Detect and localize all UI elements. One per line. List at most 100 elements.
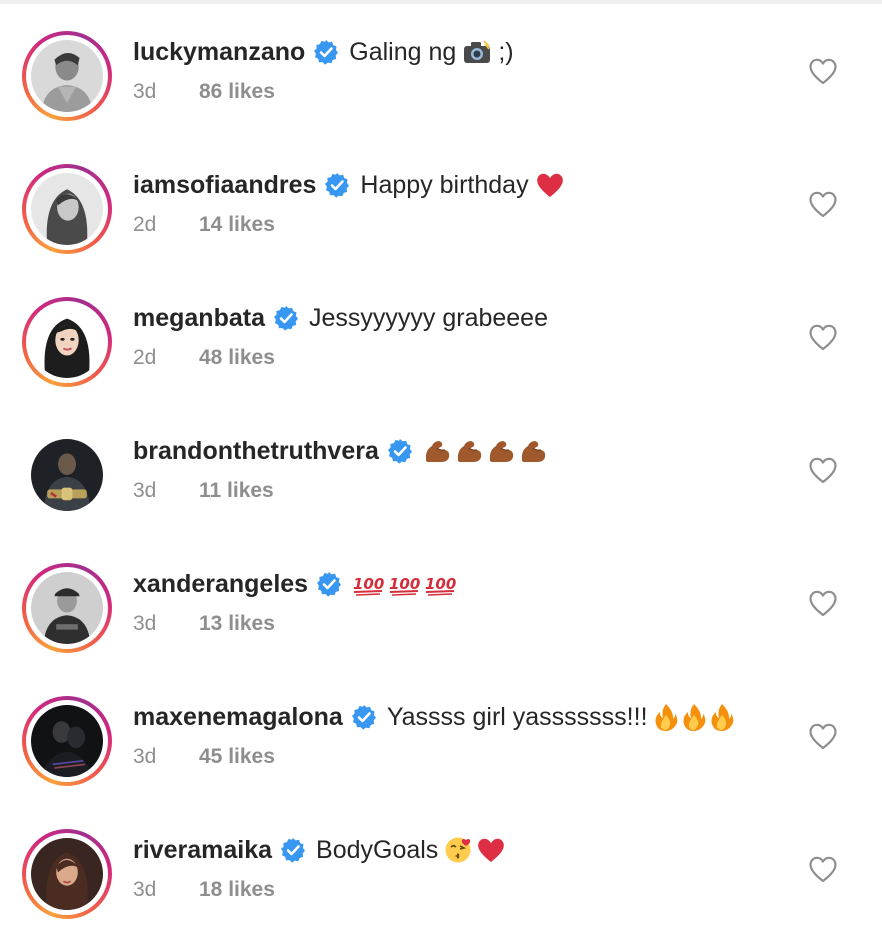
comment-timestamp[interactable]: 2d [133,213,199,237]
avatar[interactable] [31,306,103,378]
emoji-group [423,438,547,464]
comment-body: meganbata Jessyyyyyy grabeeee [133,302,548,334]
comment-text-suffix: ;) [498,37,514,66]
comment-text: BodyGoals [316,835,439,864]
story-ring[interactable] [22,297,112,387]
comment-timestamp[interactable]: 3d [133,80,199,104]
like-heart-icon[interactable] [808,190,838,218]
comment-row: meganbata Jessyyyyyy grabeeee 2d 48 likes [0,270,882,403]
flexed-biceps-icon [455,438,483,464]
comment-meta: 3d 86 likes [133,80,275,104]
like-heart-icon[interactable] [808,722,838,750]
comment-body: riveramaika BodyGoals [133,834,506,866]
likes-count[interactable]: 45 likes [199,745,275,769]
comment-meta: 3d 18 likes [133,878,275,902]
username-link[interactable]: xanderangeles [133,570,308,599]
likes-count[interactable]: 86 likes [199,80,275,104]
avatar-border [26,700,108,782]
like-heart-icon[interactable] [808,855,838,883]
flexed-biceps-icon [519,438,547,464]
verified-badge-icon [387,438,413,464]
camera-flash-icon [462,39,492,65]
username-link[interactable]: meganbata [133,304,265,333]
hundred-points-icon: 100 [424,572,456,596]
avatar[interactable] [31,572,103,644]
comment-timestamp[interactable]: 3d [133,745,199,769]
comment-text: Yassss girl yasssssss!!! [386,702,648,731]
avatar[interactable] [31,705,103,777]
comment-text: Happy birthday [360,170,529,199]
likes-count[interactable]: 14 likes [199,213,275,237]
likes-count[interactable]: 48 likes [199,346,275,370]
comment-meta: 2d 14 likes [133,213,275,237]
story-ring[interactable] [22,31,112,121]
avatar-border [26,833,108,915]
verified-badge-icon [351,704,377,730]
verified-badge-icon [313,39,339,65]
story-ring[interactable] [22,563,112,653]
likes-count[interactable]: 11 likes [199,479,274,503]
verified-badge-icon [280,837,306,863]
comment-body: xanderangeles 100 100 100 [133,568,456,600]
flexed-biceps-icon [423,438,451,464]
comment-body: luckymanzano Galing ng;) [133,36,514,68]
like-heart-icon[interactable] [808,57,838,85]
avatar-border [26,35,108,117]
comment-row: maxenemagalona Yassss girl yasssssss!!! 3d… [0,669,882,802]
like-heart-icon[interactable] [808,323,838,351]
comment-text: Jessyyyyyy grabeeee [308,303,548,332]
flexed-biceps-icon [487,438,515,464]
avatar[interactable] [31,40,103,112]
avatar-frame[interactable] [22,430,112,520]
story-ring[interactable] [22,829,112,919]
verified-badge-icon [316,571,342,597]
username-link[interactable]: riveramaika [133,836,272,865]
fire-icon [710,703,734,731]
emoji-group: 100 100 100 [352,572,456,596]
comment-row: iamsofiaandres Happy birthday 2d 14 likes [0,137,882,270]
avatar[interactable] [31,838,103,910]
comment-meta: 2d 48 likes [133,346,275,370]
avatar-border [26,434,108,516]
comment-meta: 3d 13 likes [133,612,275,636]
comment-timestamp[interactable]: 2d [133,346,199,370]
emoji-group [654,703,734,731]
story-ring[interactable] [22,696,112,786]
comment-body: maxenemagalona Yassss girl yasssssss!!! [133,701,734,733]
comment-timestamp[interactable]: 3d [133,479,199,503]
avatar-border [26,301,108,383]
comment-meta: 3d 11 likes [133,479,274,503]
avatar[interactable] [31,439,103,511]
comment-row: xanderangeles 100 100 100 3d 13 likes [0,536,882,669]
emoji-group [462,39,492,65]
comment-body: brandonthetruthvera [133,435,547,467]
comment-row: luckymanzano Galing ng;) 3d 86 likes [0,4,882,137]
hundred-points-icon: 100 [388,572,420,596]
fire-icon [682,703,706,731]
hundred-points-icon: 100 [352,572,384,596]
avatar-border [26,168,108,250]
avatar-border [26,567,108,649]
username-link[interactable]: maxenemagalona [133,703,343,732]
avatar[interactable] [31,173,103,245]
username-link[interactable]: luckymanzano [133,38,305,67]
comments-list: luckymanzano Galing ng;) 3d 86 likes iamsofi… [0,0,882,944]
comment-meta: 3d 45 likes [133,745,275,769]
emoji-group [444,836,506,864]
like-heart-icon[interactable] [808,456,838,484]
comment-row: riveramaika BodyGoals 3d 18 likes [0,802,882,935]
username-link[interactable]: iamsofiaandres [133,171,316,200]
comment-timestamp[interactable]: 3d [133,878,199,902]
verified-badge-icon [324,172,350,198]
verified-badge-icon [273,305,299,331]
like-heart-icon[interactable] [808,589,838,617]
comment-timestamp[interactable]: 3d [133,612,199,636]
likes-count[interactable]: 18 likes [199,878,275,902]
likes-count[interactable]: 13 likes [199,612,275,636]
kiss-face-icon [444,836,472,864]
username-link[interactable]: brandonthetruthvera [133,437,379,466]
comment-body: iamsofiaandres Happy birthday [133,169,565,201]
fire-icon [654,703,678,731]
emoji-group [535,172,565,198]
story-ring[interactable] [22,164,112,254]
